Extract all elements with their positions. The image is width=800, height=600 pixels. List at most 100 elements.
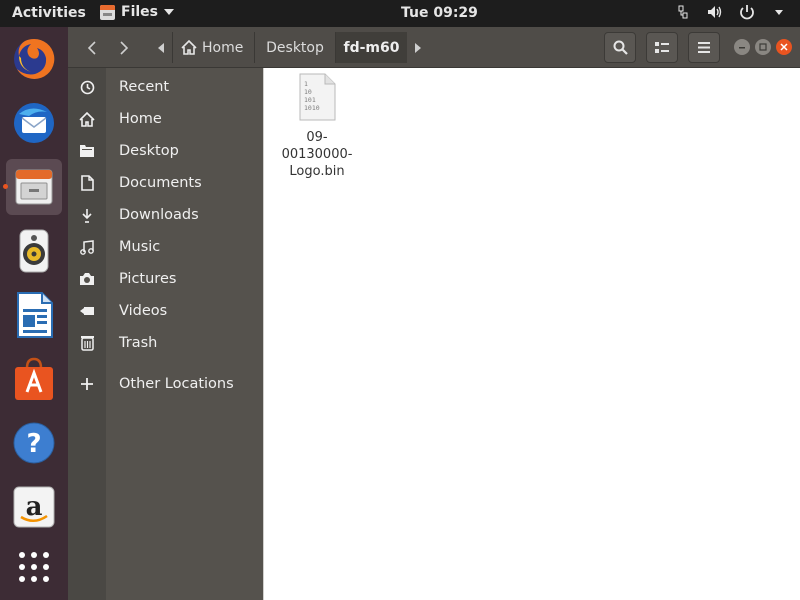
close-icon bbox=[780, 43, 788, 51]
crumb-label: Desktop bbox=[266, 39, 324, 56]
volume-icon[interactable] bbox=[706, 3, 724, 21]
icon-text-line: 1 bbox=[304, 80, 308, 88]
hamburger-menu-button[interactable] bbox=[688, 32, 720, 63]
sidebar-item-documents[interactable]: Documents bbox=[68, 167, 263, 199]
sidebar-item-label: Home bbox=[119, 111, 162, 127]
binary-file-icon: 1 10 101 1010 bbox=[299, 73, 336, 121]
hamburger-icon bbox=[698, 42, 710, 53]
file-view[interactable]: 1 10 101 1010 09- 00130000- Logo.bin bbox=[263, 68, 800, 600]
folder-icon bbox=[68, 144, 106, 158]
close-button[interactable] bbox=[776, 39, 792, 55]
minimize-button[interactable] bbox=[734, 39, 750, 55]
sidebar-item-desktop[interactable]: Desktop bbox=[68, 135, 263, 167]
thunderbird-icon bbox=[14, 103, 54, 143]
software-bag-icon bbox=[15, 357, 53, 400]
plus-icon bbox=[68, 378, 106, 390]
home-icon bbox=[181, 40, 197, 55]
top-bar: Activities Files Tue 09:29 bbox=[0, 0, 800, 27]
crumb-label: Home bbox=[202, 39, 244, 56]
dock-writer[interactable] bbox=[6, 287, 62, 343]
writer-icon bbox=[17, 292, 53, 338]
icon-text-line: 101 bbox=[304, 96, 316, 104]
arrow-left-icon bbox=[158, 42, 164, 53]
help-icon: ? bbox=[13, 422, 55, 464]
music-icon bbox=[68, 239, 106, 255]
arrow-right-icon bbox=[415, 42, 421, 53]
search-icon bbox=[613, 40, 628, 55]
crumb-current[interactable]: fd-m60 bbox=[335, 32, 407, 63]
speaker-icon bbox=[19, 229, 49, 273]
search-button[interactable] bbox=[604, 32, 636, 63]
file-name-line: 00130000- bbox=[281, 147, 353, 162]
sidebar-item-label: Recent bbox=[119, 79, 170, 95]
download-icon bbox=[68, 208, 106, 223]
crumb-home[interactable]: Home bbox=[172, 32, 254, 63]
svg-text:?: ? bbox=[26, 429, 41, 459]
crumb-desktop[interactable]: Desktop bbox=[254, 32, 335, 63]
dock-files[interactable] bbox=[3, 159, 62, 215]
dock-rhythmbox[interactable] bbox=[6, 223, 62, 279]
dock-thunderbird[interactable] bbox=[6, 95, 62, 151]
dock: ? a bbox=[0, 27, 68, 600]
file-name-label: 09- 00130000- Logo.bin bbox=[277, 129, 357, 180]
app-menu[interactable]: Files bbox=[100, 4, 174, 20]
path-scroll-right-button[interactable] bbox=[407, 32, 429, 63]
file-name-line: Logo.bin bbox=[289, 164, 345, 179]
icon-text-line: 10 bbox=[304, 88, 312, 96]
file-item[interactable]: 1 10 101 1010 09- 00130000- Logo.bin bbox=[277, 73, 357, 180]
sidebar-item-label: Trash bbox=[119, 335, 158, 351]
icon-text-line: 1010 bbox=[304, 104, 320, 112]
app-grid-icon bbox=[19, 552, 49, 582]
dock-ubuntu-software[interactable] bbox=[6, 351, 62, 407]
file-name-line: 09- bbox=[306, 130, 328, 145]
power-icon[interactable] bbox=[738, 3, 756, 21]
sidebar-item-trash[interactable]: Trash bbox=[68, 327, 263, 359]
clock[interactable]: Tue 09:29 bbox=[401, 5, 478, 21]
svg-text:a: a bbox=[26, 492, 43, 522]
chevron-down-icon bbox=[164, 9, 174, 15]
sidebar-item-label: Documents bbox=[119, 175, 202, 191]
trash-icon bbox=[68, 335, 106, 351]
files-window: Home Desktop fd-m60 Recent Home Desktop … bbox=[68, 27, 800, 600]
sidebar-item-label: Desktop bbox=[119, 143, 179, 159]
network-icon[interactable] bbox=[674, 3, 692, 21]
sidebar-item-home[interactable]: Home bbox=[68, 103, 263, 135]
files-icon bbox=[15, 169, 53, 205]
sidebar-item-label: Pictures bbox=[119, 271, 177, 287]
activities-button[interactable]: Activities bbox=[12, 5, 86, 21]
system-tray[interactable] bbox=[674, 3, 788, 21]
crumb-label: fd-m60 bbox=[343, 39, 400, 56]
places-sidebar: Recent Home Desktop Documents Downloads … bbox=[68, 68, 263, 600]
back-button[interactable] bbox=[76, 32, 108, 63]
sidebar-item-label: Videos bbox=[119, 303, 168, 319]
app-menu-label: Files bbox=[121, 4, 158, 20]
path-scroll-left-button[interactable] bbox=[150, 32, 172, 63]
firefox-icon bbox=[14, 38, 55, 79]
sidebar-item-pictures[interactable]: Pictures bbox=[68, 263, 263, 295]
maximize-button[interactable] bbox=[755, 39, 771, 55]
video-icon bbox=[68, 305, 106, 317]
sidebar-item-label: Other Locations bbox=[119, 376, 234, 392]
forward-button[interactable] bbox=[108, 32, 140, 63]
chevron-down-icon[interactable] bbox=[770, 3, 788, 21]
sidebar-item-label: Downloads bbox=[119, 207, 199, 223]
list-view-icon bbox=[655, 41, 669, 53]
amazon-icon: a bbox=[13, 486, 55, 528]
sidebar-item-music[interactable]: Music bbox=[68, 231, 263, 263]
camera-icon bbox=[68, 272, 106, 286]
sidebar-item-downloads[interactable]: Downloads bbox=[68, 199, 263, 231]
dock-firefox[interactable] bbox=[6, 31, 62, 87]
document-icon bbox=[68, 175, 106, 191]
sidebar-item-other-locations[interactable]: Other Locations bbox=[68, 368, 263, 400]
chevron-right-icon bbox=[120, 40, 129, 55]
sidebar-item-label: Music bbox=[119, 239, 161, 255]
sidebar-item-videos[interactable]: Videos bbox=[68, 295, 263, 327]
dock-help[interactable]: ? bbox=[6, 415, 62, 471]
view-toggle-button[interactable] bbox=[646, 32, 678, 63]
sidebar-item-recent[interactable]: Recent bbox=[68, 71, 263, 103]
chevron-left-icon bbox=[87, 40, 96, 55]
show-applications-button[interactable] bbox=[6, 539, 62, 595]
clock-icon bbox=[68, 80, 106, 95]
dock-amazon[interactable]: a bbox=[6, 479, 62, 535]
running-indicator bbox=[3, 184, 8, 189]
